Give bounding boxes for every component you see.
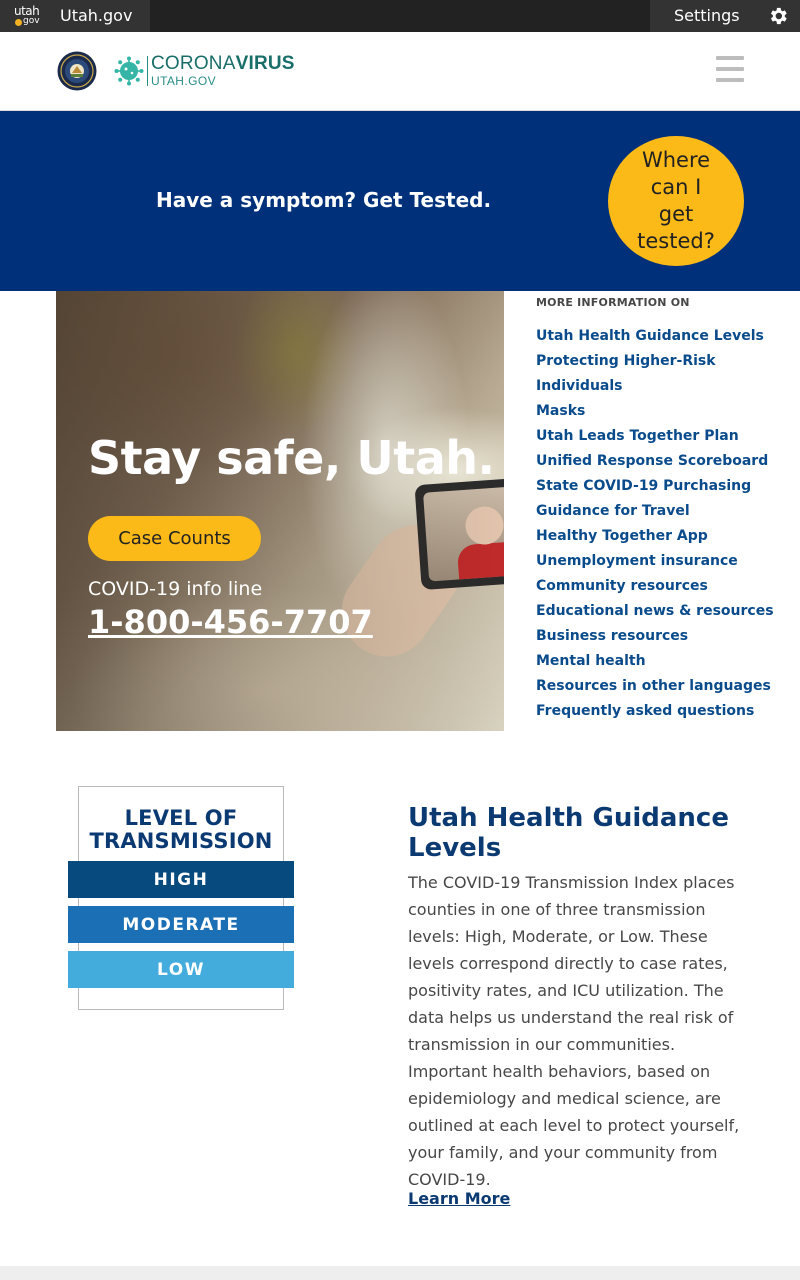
more-info-link-travel[interactable]: Guidance for Travel: [536, 499, 786, 524]
more-info-link-leads-together[interactable]: Utah Leads Together Plan: [536, 424, 786, 449]
more-info-link-unemployment[interactable]: Unemployment insurance: [536, 549, 786, 574]
hero-image: Stay safe, Utah. Case Counts COVID-19 in…: [56, 291, 504, 731]
utah-gov-logo: utah gov: [14, 5, 44, 27]
where-to-test-label: Where can I get tested?: [637, 148, 715, 253]
more-info-link-languages[interactable]: Resources in other languages: [536, 674, 786, 699]
brand-divider: [147, 56, 148, 86]
settings-label: Settings: [674, 6, 740, 25]
more-info-link-education[interactable]: Educational news & resources: [536, 599, 786, 624]
hamburger-menu-icon[interactable]: [716, 56, 744, 84]
logo-sub: gov: [23, 16, 40, 26]
site-header: CORONAVIRUS UTAH.GOV: [0, 32, 800, 111]
utah-gov-bar: utah gov Utah.gov Settings: [0, 0, 800, 32]
level-bar-high: HIGH: [68, 861, 294, 898]
menu-bar: [716, 78, 744, 82]
more-info-link-higher-risk[interactable]: Protecting Higher-Risk: [536, 349, 786, 374]
state-seal-icon[interactable]: [57, 51, 97, 91]
brand-title-light: CORONA: [151, 53, 236, 74]
where-to-test-button[interactable]: Where can I get tested?: [608, 136, 744, 266]
brand-title-bold: VIRUS: [235, 53, 295, 74]
testing-banner-text: Have a symptom? Get Tested.: [156, 188, 492, 212]
more-info-link-scoreboard[interactable]: Unified Response Scoreboard: [536, 449, 786, 474]
brand-subtitle: UTAH.GOV: [151, 74, 216, 88]
utah-gov-home-link[interactable]: utah gov Utah.gov: [0, 0, 150, 32]
more-info-link-guidance-levels[interactable]: Utah Health Guidance Levels: [536, 324, 786, 349]
logo-dot: [15, 19, 22, 26]
case-counts-button[interactable]: Case Counts: [88, 516, 261, 561]
testing-banner: Have a symptom? Get Tested. Where can I …: [0, 111, 800, 291]
level-bar-moderate: MODERATE: [68, 906, 294, 943]
guidance-title: Utah Health Guidance Levels: [408, 803, 729, 863]
utah-gov-label: Utah.gov: [60, 6, 133, 25]
case-counts-label: Case Counts: [118, 528, 231, 549]
menu-bar: [716, 67, 744, 71]
more-info-link-faq[interactable]: Frequently asked questions: [536, 699, 786, 724]
transmission-level-graphic: LEVEL OF TRANSMISSION HIGH MODERATE LOW: [68, 786, 294, 1010]
more-info-link-masks[interactable]: Masks: [536, 399, 786, 424]
hero-shade: [56, 291, 504, 731]
guidance-body: The COVID-19 Transmission Index places c…: [408, 873, 740, 1189]
virus-icon[interactable]: [114, 56, 144, 86]
more-info-link-mental-health[interactable]: Mental health: [536, 649, 786, 674]
more-info-heading: MORE INFORMATION ON: [536, 296, 690, 309]
settings-button[interactable]: Settings: [650, 0, 800, 32]
more-info-link-higher-risk-cont[interactable]: Individuals: [536, 374, 786, 399]
info-line-label: COVID-19 info line: [88, 578, 263, 600]
level-graphic-title-1: LEVEL OF: [124, 806, 238, 830]
hero-title: Stay safe, Utah.: [88, 431, 495, 485]
more-info-link-app[interactable]: Healthy Together App: [536, 524, 786, 549]
footer-strip: [0, 1266, 800, 1280]
more-info-link-purchasing[interactable]: State COVID-19 Purchasing: [536, 474, 786, 499]
learn-more-link[interactable]: Learn More: [408, 1189, 510, 1208]
more-info-sidebar: MORE INFORMATION ON Utah Health Guidance…: [536, 296, 786, 724]
more-info-link-business[interactable]: Business resources: [536, 624, 786, 649]
level-bar-low: LOW: [68, 951, 294, 988]
info-line-phone-link[interactable]: 1-800-456-7707: [88, 603, 373, 641]
brand-title[interactable]: CORONAVIRUS: [151, 53, 295, 75]
menu-bar: [716, 56, 744, 60]
level-graphic-title-2: TRANSMISSION: [89, 829, 273, 853]
gear-icon: [770, 7, 787, 25]
more-info-link-community[interactable]: Community resources: [536, 574, 786, 599]
